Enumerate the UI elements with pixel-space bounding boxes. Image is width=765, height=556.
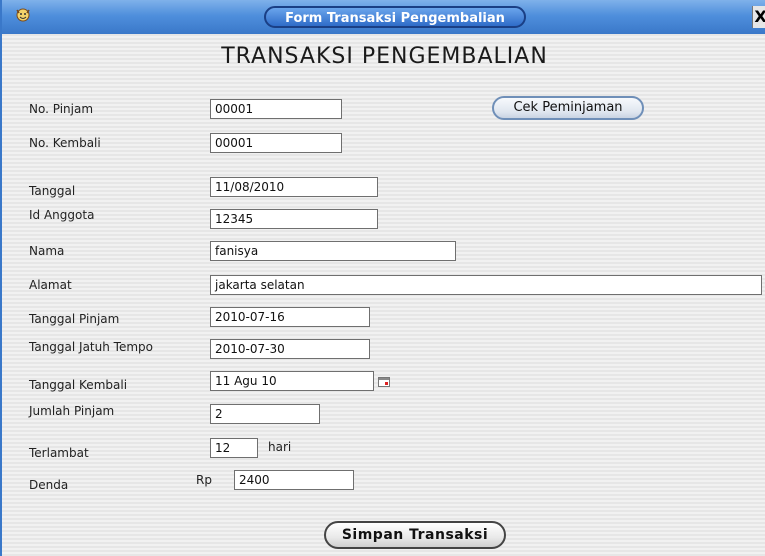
tanggal-kembali-field[interactable]: 11 Agu 10	[210, 371, 374, 391]
nama-field[interactable]: fanisya	[210, 241, 456, 261]
no-pinjam-label: No. Pinjam	[29, 102, 94, 116]
tanggal-field[interactable]: 11/08/2010	[210, 177, 378, 197]
id-anggota-field[interactable]: 12345	[210, 209, 378, 229]
tanggal-label: Tanggal	[29, 184, 76, 198]
close-icon[interactable]: X	[752, 6, 765, 28]
page-title: TRANSAKSI PENGEMBALIAN	[221, 44, 548, 69]
calendar-icon[interactable]	[378, 377, 390, 387]
id-anggota-label: Id Anggota	[29, 208, 95, 222]
form-window: Form Transaksi Pengembalian X TRANSAKSI …	[0, 0, 765, 556]
denda-field[interactable]: 2400	[234, 470, 354, 490]
no-kembali-label: No. Kembali	[29, 136, 101, 150]
denda-label: Denda	[29, 478, 69, 492]
denda-currency: Rp	[196, 473, 212, 487]
tanggal-pinjam-field[interactable]: 2010-07-16	[210, 307, 370, 327]
tanggal-jatuh-tempo-label: Tanggal Jatuh Tempo	[29, 340, 153, 354]
tanggal-pinjam-label: Tanggal Pinjam	[29, 312, 120, 326]
no-pinjam-field[interactable]: 00001	[210, 99, 342, 119]
jumlah-pinjam-label: Jumlah Pinjam	[29, 404, 115, 418]
terlambat-unit: hari	[268, 440, 292, 454]
jumlah-pinjam-field[interactable]: 2	[210, 404, 320, 424]
simpan-transaksi-button[interactable]: Simpan Transaksi	[324, 521, 506, 549]
tanggal-jatuh-tempo-field[interactable]: 2010-07-30	[210, 339, 370, 359]
tanggal-kembali-label: Tanggal Kembali	[29, 378, 128, 392]
window-title: Form Transaksi Pengembalian	[264, 6, 526, 28]
nama-label: Nama	[29, 244, 65, 258]
alamat-label: Alamat	[29, 278, 72, 292]
title-bar[interactable]: Form Transaksi Pengembalian X	[2, 0, 765, 34]
terlambat-label: Terlambat	[29, 446, 89, 460]
no-kembali-field[interactable]: 00001	[210, 133, 342, 153]
cek-peminjaman-button[interactable]: Cek Peminjaman	[492, 96, 644, 120]
alamat-field[interactable]: jakarta selatan	[210, 275, 762, 295]
app-icon	[12, 6, 34, 28]
terlambat-field[interactable]: 12	[210, 438, 258, 458]
